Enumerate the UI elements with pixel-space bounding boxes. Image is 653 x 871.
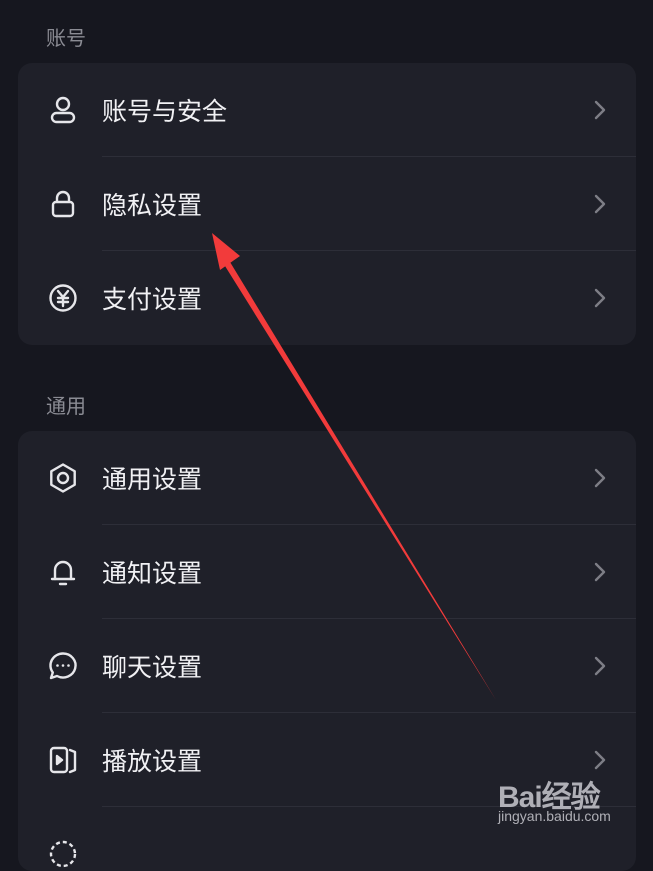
chevron-right-icon bbox=[594, 562, 606, 582]
settings-item-label: 通用设置 bbox=[102, 465, 203, 494]
gear-icon bbox=[46, 461, 80, 495]
chat-icon bbox=[46, 649, 80, 683]
settings-item-account-security[interactable]: 账号与安全 bbox=[18, 63, 636, 157]
bell-icon bbox=[46, 555, 80, 589]
settings-item-label: 账号与安全 bbox=[102, 97, 228, 126]
chevron-right-icon bbox=[594, 288, 606, 308]
settings-item-payment[interactable]: 支付设置 bbox=[18, 251, 636, 345]
settings-item-label: 支付设置 bbox=[102, 285, 203, 314]
play-icon bbox=[46, 743, 80, 777]
gear-icon bbox=[46, 837, 80, 871]
settings-item-label: 隐私设置 bbox=[102, 191, 203, 220]
chevron-right-icon bbox=[594, 194, 606, 214]
lock-icon bbox=[46, 187, 80, 221]
watermark-url: jingyan.baidu.com bbox=[498, 808, 611, 824]
section-title-account: 账号 bbox=[46, 26, 86, 50]
settings-item-general[interactable]: 通用设置 bbox=[18, 431, 636, 525]
settings-item-privacy[interactable]: 隐私设置 bbox=[18, 157, 636, 251]
settings-item-label: 通知设置 bbox=[102, 559, 203, 588]
section-title-general: 通用 bbox=[46, 394, 86, 418]
chevron-right-icon bbox=[594, 750, 606, 770]
chevron-right-icon bbox=[594, 100, 606, 120]
settings-item-chat[interactable]: 聊天设置 bbox=[18, 619, 636, 713]
chevron-right-icon bbox=[594, 468, 606, 488]
account-card: 账号与安全 隐私设置 支付设置 bbox=[18, 63, 636, 345]
settings-item-label: 播放设置 bbox=[102, 747, 203, 776]
settings-item-label: 聊天设置 bbox=[102, 653, 203, 682]
watermark: Bai经验 jingyan.baidu.com bbox=[498, 772, 648, 832]
yuan-icon bbox=[46, 281, 80, 315]
chevron-right-icon bbox=[594, 656, 606, 676]
settings-item-notification[interactable]: 通知设置 bbox=[18, 525, 636, 619]
user-icon bbox=[46, 93, 80, 127]
